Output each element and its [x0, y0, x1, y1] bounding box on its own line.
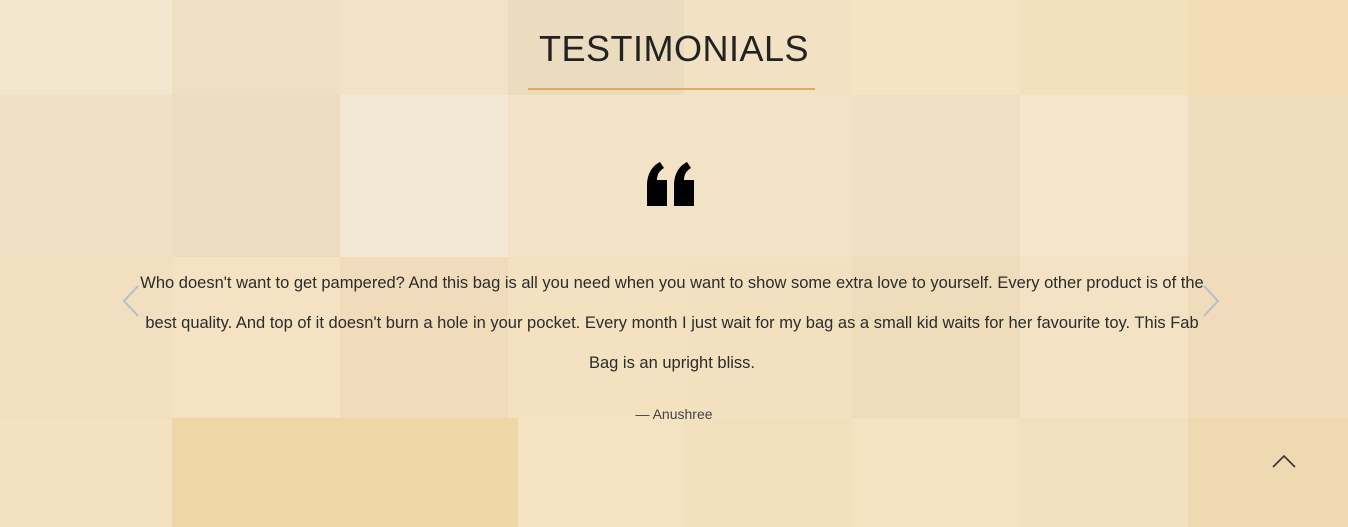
section-title: TESTIMONIALS [538, 28, 810, 69]
testimonial-text: Who doesn't want to get pampered? And th… [140, 274, 1204, 372]
chevron-up-icon[interactable] [1268, 447, 1300, 475]
chevron-left-icon[interactable] [120, 283, 142, 319]
testimonial-author: — Anushree [635, 406, 713, 422]
chevron-right-icon[interactable] [1200, 283, 1222, 319]
testimonials-section: TESTIMONIALS Who doesn't want to get pam… [0, 0, 1348, 527]
quote-open-icon [647, 162, 694, 206]
title-underline [528, 88, 815, 90]
